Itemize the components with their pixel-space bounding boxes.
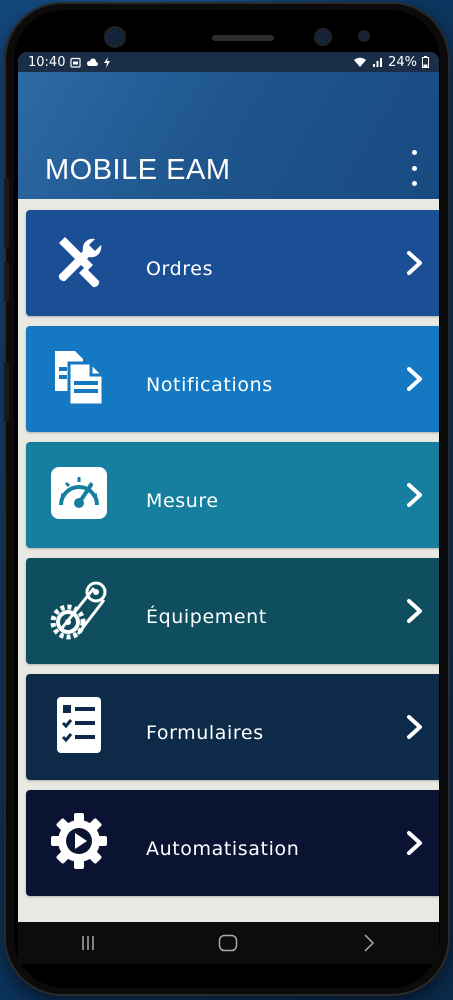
system-nav-bar [18, 922, 439, 964]
status-left: 10:40 [28, 55, 111, 70]
flash-icon [104, 56, 111, 68]
chevron-right-icon [407, 483, 422, 507]
battery-percent: 24% [388, 54, 417, 70]
menu-item-equipement[interactable]: Équipement [26, 558, 439, 664]
documents-icon [48, 346, 110, 408]
bixby-button [4, 262, 9, 302]
recents-icon[interactable] [68, 928, 108, 958]
menu-item-label: Automatisation [146, 838, 300, 860]
back-icon[interactable] [349, 928, 389, 958]
app-title: MOBILE EAM [45, 154, 231, 186]
battery-icon [422, 56, 429, 68]
calendar-icon [70, 57, 82, 68]
earpiece-speaker [212, 35, 274, 41]
gear-chain-icon [48, 578, 110, 640]
cloud-icon [87, 57, 99, 66]
front-camera [316, 30, 330, 44]
status-bar: 10:40 24% [18, 52, 439, 72]
side-button [4, 362, 9, 422]
chevron-right-icon [407, 367, 422, 391]
tools-icon [48, 230, 110, 292]
wifi-icon [354, 57, 367, 67]
proximity-sensor [360, 32, 368, 40]
front-sensor [106, 28, 124, 46]
gauge-icon [48, 462, 110, 524]
app-bar: MOBILE EAM [18, 72, 439, 199]
menu-item-mesure[interactable]: Mesure [26, 442, 439, 548]
screen: 10:40 24% MOBILE EAM Ordres Notification… [18, 52, 439, 922]
chevron-right-icon [407, 251, 422, 275]
status-time: 10:40 [28, 54, 66, 70]
chevron-right-icon [407, 599, 422, 623]
menu-item-label: Notifications [146, 374, 273, 396]
home-icon[interactable] [208, 928, 248, 958]
menu-item-label: Ordres [146, 258, 214, 280]
gear-play-icon [48, 810, 110, 872]
chevron-right-icon [407, 831, 422, 855]
menu-item-automatisation[interactable]: Automatisation [26, 790, 439, 896]
menu-item-label: Équipement [146, 606, 267, 628]
checklist-icon [48, 694, 110, 756]
more-vert-icon[interactable] [405, 150, 423, 186]
menu-item-ordres[interactable]: Ordres [26, 210, 439, 316]
menu-item-notifications[interactable]: Notifications [26, 326, 439, 432]
menu-item-label: Mesure [146, 490, 219, 512]
menu-item-label: Formulaires [146, 722, 264, 744]
signal-icon [373, 57, 383, 67]
volume-button [4, 178, 9, 248]
status-right: 24% [353, 55, 429, 70]
menu-item-formulaires[interactable]: Formulaires [26, 674, 439, 780]
chevron-right-icon [407, 715, 422, 739]
